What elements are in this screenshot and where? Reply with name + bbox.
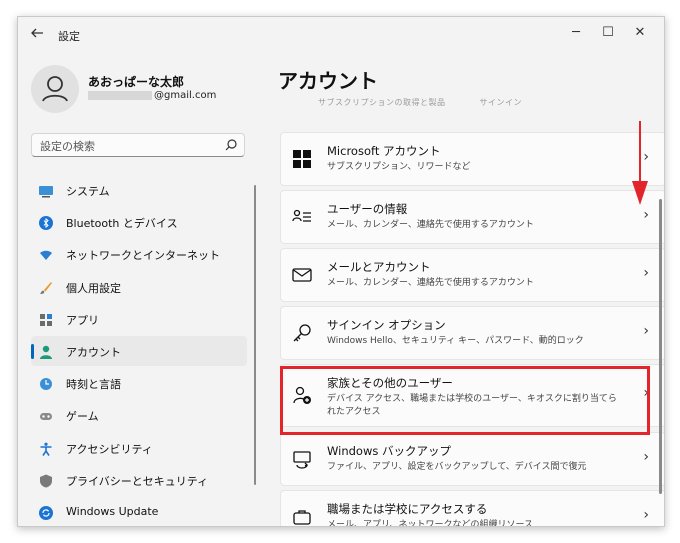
chevron-right-icon: › — [643, 449, 649, 465]
back-button[interactable] — [28, 26, 46, 44]
person-icon — [39, 344, 53, 359]
sidebar-item-privacy[interactable]: プライバシーとセキュリティ — [31, 465, 247, 495]
profile-email: @gmail.com — [88, 90, 216, 101]
card-subtitle: Windows Hello、セキュリティ キー、パスワード、動的ロック — [327, 336, 584, 346]
close-button[interactable]: ✕ — [630, 25, 650, 40]
sidebar-item-system[interactable]: システム — [31, 175, 247, 205]
apps-icon — [39, 312, 53, 326]
chevron-right-icon: › — [643, 207, 649, 223]
card-title: メールとアカウント — [327, 260, 431, 274]
main-scrollbar[interactable] — [659, 199, 662, 494]
wifi-icon — [39, 247, 53, 261]
card-title: ユーザーの情報 — [327, 202, 408, 216]
sidebar-item-windows-update[interactable]: Windows Update — [31, 497, 247, 526]
avatar[interactable] — [31, 65, 79, 113]
person-icon — [42, 76, 68, 102]
settings-window: 設定 ─ ☐ ✕ あおっぱーな太郎 @gmail.com 設定の検索 システム … — [17, 16, 665, 527]
sidebar-item-accounts[interactable]: アカウント — [31, 335, 247, 366]
profile-name: あおっぱーな太郎 — [88, 75, 185, 89]
card-title: 職場または学校にアクセスする — [327, 502, 488, 516]
red-arrow-down-icon — [632, 121, 648, 205]
globe-clock-icon — [39, 376, 53, 391]
card-subtitle: ファイル、アプリ、設定をバックアップして、デバイス間で復元 — [327, 462, 587, 472]
sidebar-item-label: システム — [66, 185, 110, 198]
card-email-accounts[interactable]: メールとアカウント メール、カレンダー、連絡先で使用するアカウント › — [280, 248, 664, 302]
sidebar-scrollbar[interactable] — [254, 185, 256, 485]
user-info-icon — [292, 207, 312, 227]
sidebar-item-time-language[interactable]: 時刻と言語 — [31, 368, 247, 398]
card-subtitle: サブスクリプション、リワードなど — [327, 162, 471, 172]
windows-logo-icon — [292, 149, 312, 169]
bluetooth-icon — [39, 215, 53, 231]
card-subtitle: メール、アプリ、ネットワークなどの組織リソース — [327, 520, 534, 527]
sidebar-item-apps[interactable]: アプリ — [31, 304, 247, 334]
chevron-right-icon: › — [643, 265, 649, 281]
card-microsoft-account[interactable]: Microsoft アカウント サブスクリプション、リワードなど › — [280, 132, 664, 186]
sidebar-nav: システム Bluetooth とデバイス ネットワークとインターネット 個人用設… — [31, 175, 247, 526]
chevron-right-icon: › — [643, 507, 649, 523]
sidebar-item-label: ゲーム — [66, 410, 99, 424]
window-title: 設定 — [58, 30, 80, 43]
card-sign-in-options[interactable]: サインイン オプション Windows Hello、セキュリティ キー、パスワー… — [280, 306, 664, 360]
backup-icon — [292, 449, 312, 469]
highlight-box — [280, 366, 650, 435]
sidebar-item-label: アプリ — [66, 313, 99, 327]
accessibility-icon — [39, 441, 53, 456]
arrow-left-icon — [31, 28, 43, 38]
sidebar-item-label: 時刻と言語 — [66, 378, 121, 392]
minimize-button[interactable]: ─ — [566, 25, 586, 40]
update-icon — [39, 505, 53, 520]
monitor-icon — [39, 183, 53, 198]
gamepad-icon — [39, 408, 53, 422]
email-suffix: @gmail.com — [154, 90, 217, 101]
chevron-right-icon: › — [643, 323, 649, 339]
sidebar-item-gaming[interactable]: ゲーム — [31, 400, 247, 430]
faded-header-text: サブスクリプションの取得と製品 サインイン — [318, 98, 522, 107]
sidebar-item-label: Windows Update — [66, 504, 159, 518]
sidebar-item-label: プライバシーとセキュリティ — [66, 474, 209, 488]
card-title: Windows バックアップ — [327, 444, 451, 458]
search-input[interactable]: 設定の検索 — [31, 133, 245, 157]
title-bar: 設定 ─ ☐ ✕ — [18, 17, 664, 55]
selection-indicator — [31, 343, 34, 359]
card-subtitle: メール、カレンダー、連絡先で使用するアカウント — [327, 278, 534, 288]
card-title: サインイン オプション — [327, 318, 446, 332]
sidebar-item-network[interactable]: ネットワークとインターネット — [31, 239, 247, 269]
sidebar-item-label: アカウント — [66, 345, 121, 359]
card-subtitle: メール、カレンダー、連絡先で使用するアカウント — [327, 220, 534, 230]
card-title: Microsoft アカウント — [327, 144, 441, 158]
card-windows-backup[interactable]: Windows バックアップ ファイル、アプリ、設定をバックアップして、デバイス… — [280, 432, 664, 486]
sidebar-item-bluetooth[interactable]: Bluetooth とデバイス — [31, 207, 247, 237]
card-your-info[interactable]: ユーザーの情報 メール、カレンダー、連絡先で使用するアカウント › — [280, 190, 664, 244]
mail-icon — [292, 265, 312, 285]
sidebar-item-label: Bluetooth とデバイス — [66, 217, 178, 231]
sidebar-item-personalization[interactable]: 個人用設定 — [31, 272, 247, 302]
sidebar-item-label: 個人用設定 — [66, 281, 121, 295]
search-placeholder: 設定の検索 — [40, 140, 95, 153]
sidebar-item-accessibility[interactable]: アクセシビリティ — [31, 433, 247, 463]
page-title: アカウント — [278, 69, 378, 93]
briefcase-icon — [292, 507, 312, 526]
redacted-email — [88, 90, 152, 100]
key-icon — [292, 323, 312, 343]
card-access-work-school[interactable]: 職場または学校にアクセスする メール、アプリ、ネットワークなどの組織リソース › — [280, 490, 664, 527]
maximize-button[interactable]: ☐ — [598, 25, 618, 40]
search-icon — [224, 137, 238, 156]
sidebar-item-label: アクセシビリティ — [66, 442, 153, 456]
brush-icon — [39, 280, 53, 294]
sidebar-item-label: ネットワークとインターネット — [66, 249, 220, 263]
shield-icon — [39, 473, 53, 488]
